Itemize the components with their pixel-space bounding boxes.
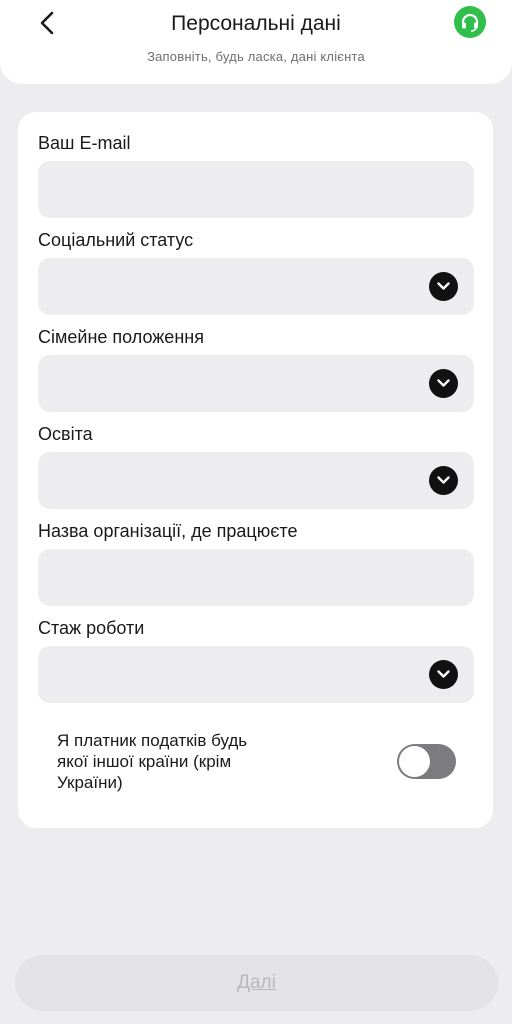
education-select[interactable] [38, 452, 474, 509]
email-field[interactable] [38, 161, 474, 218]
form-card: Ваш E-mail Соціальний статус Сімейне пол… [18, 112, 493, 828]
social-status-select[interactable] [38, 258, 474, 315]
email-label: Ваш E-mail [38, 133, 131, 153]
chevron-down-icon [429, 272, 458, 301]
tax-resident-label: Я платник податків будь якої іншої країн… [57, 731, 248, 792]
page-subtitle: Заповніть, будь ласка, дані клієнта [147, 49, 365, 64]
education-label: Освіта [38, 424, 93, 444]
page-title: Персональні дані [171, 12, 341, 35]
chevron-down-icon [429, 369, 458, 398]
organization-input[interactable] [38, 549, 474, 606]
organization-field[interactable] [38, 549, 474, 606]
social-status-label: Соціальний статус [38, 230, 194, 250]
email-input[interactable] [38, 161, 474, 218]
headset-icon [461, 13, 479, 32]
experience-label: Стаж роботи [38, 618, 145, 638]
organization-label: Назва організації, де працюєте [38, 521, 298, 541]
toggle-knob [399, 746, 430, 777]
chevron-down-icon [429, 660, 458, 689]
chevron-down-icon [429, 466, 458, 495]
experience-select[interactable] [38, 646, 474, 703]
support-button[interactable] [454, 6, 486, 38]
marital-status-label: Сімейне положення [38, 327, 204, 347]
marital-status-select[interactable] [38, 355, 474, 412]
tax-resident-toggle[interactable] [397, 744, 456, 779]
next-button[interactable]: Далі [15, 955, 498, 1011]
header: Персональні дані Заповніть, будь ласка, … [0, 0, 512, 84]
